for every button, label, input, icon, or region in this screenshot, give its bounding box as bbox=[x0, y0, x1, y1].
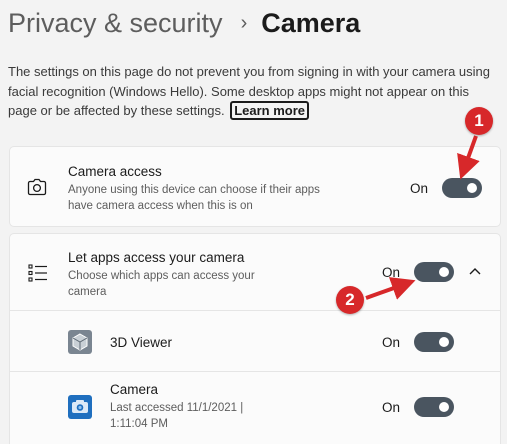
annotation-arrow-1 bbox=[457, 135, 480, 180]
annotation-badge-2: 2 bbox=[336, 286, 364, 314]
annotation-badge-1: 1 bbox=[465, 107, 493, 135]
annotation-arrow-2 bbox=[365, 277, 416, 300]
annotation-arrows bbox=[365, 135, 480, 300]
